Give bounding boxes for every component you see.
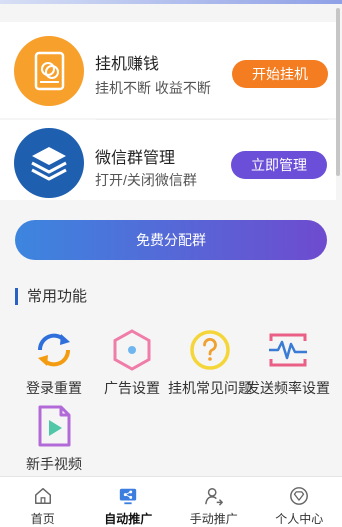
hang-earn-card[interactable]: 挂机赚钱 挂机不断 收益不断 开始挂机 (0, 22, 336, 118)
diamond-icon (290, 487, 309, 505)
video-file-icon (32, 404, 76, 448)
feature-label: 发送频率设置 (246, 380, 330, 396)
scrollbar[interactable] (336, 8, 340, 176)
hexagon-icon (110, 328, 154, 372)
hang-earn-title: 挂机赚钱 (95, 56, 160, 73)
stack-layers-icon (14, 128, 84, 198)
hang-earn-subtitle: 挂机不断 收益不断 (95, 80, 211, 96)
tab-manual-promote[interactable]: 手动推广 (171, 477, 257, 527)
home-icon (34, 488, 51, 504)
pulse-monitor-icon (266, 328, 310, 372)
top-accent-bar (0, 0, 342, 4)
free-assign-group-button[interactable]: 免费分配群 (15, 220, 327, 260)
monitor-share-icon (120, 488, 137, 505)
feature-label: 新手视频 (26, 456, 82, 472)
question-icon (188, 328, 232, 372)
feature-beginner-video[interactable]: 新手视频 (10, 404, 98, 475)
feature-label: 广告设置 (104, 380, 160, 396)
user-share-icon (204, 488, 223, 506)
tab-label: 个人中心 (275, 512, 324, 526)
feature-hang-faq[interactable]: 挂机常见问题 (166, 328, 254, 399)
bottom-tab-bar: 首页 自动推广 手动推广 个人中心 (0, 476, 342, 527)
wechat-group-card[interactable]: 微信群管理 打开/关闭微信群 立即管理 (0, 120, 336, 200)
tab-auto-promote[interactable]: 自动推广 (86, 477, 172, 527)
feature-label: 登录重置 (26, 380, 82, 396)
feature-send-frequency[interactable]: 发送频率设置 (244, 328, 332, 399)
refresh-arrows-icon (32, 328, 76, 372)
manage-now-button[interactable]: 立即管理 (231, 151, 327, 179)
tab-home[interactable]: 首页 (0, 477, 86, 527)
tab-label: 首页 (30, 512, 55, 526)
feature-login-reset[interactable]: 登录重置 (10, 328, 98, 399)
wechat-group-subtitle: 打开/关闭微信群 (95, 172, 197, 188)
tab-label: 手动推广 (189, 512, 238, 526)
tab-profile[interactable]: 个人中心 (257, 477, 342, 527)
phone-coin-icon (14, 36, 84, 106)
common-features-title: 常用功能 (15, 288, 87, 305)
feature-ad-settings[interactable]: 广告设置 (88, 328, 176, 399)
wechat-group-title: 微信群管理 (95, 150, 176, 167)
start-hang-button[interactable]: 开始挂机 (232, 60, 328, 88)
feature-label: 挂机常见问题 (168, 380, 252, 396)
tab-label: 自动推广 (104, 512, 153, 526)
